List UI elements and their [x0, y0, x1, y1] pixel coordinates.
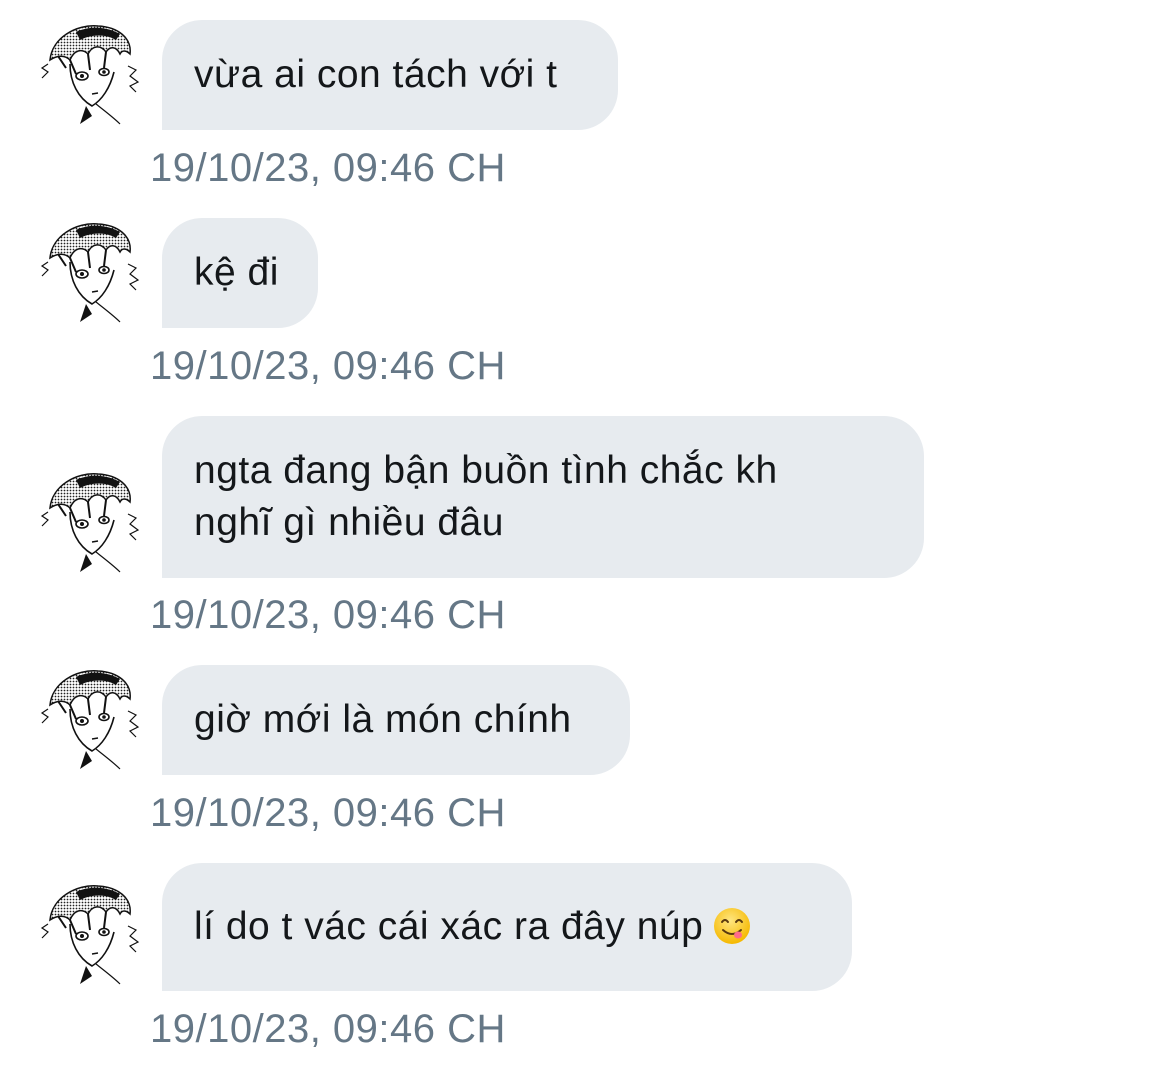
avatar[interactable] — [36, 20, 144, 128]
message-text-line: ngta đang bận buồn tình chắc kh — [194, 449, 778, 492]
message-bubble[interactable]: giờ mới là món chính — [162, 665, 630, 775]
message-bubble[interactable]: kệ đi — [162, 218, 318, 328]
message-text: lí do t vác cái xác ra đây núp — [194, 901, 751, 953]
avatar[interactable] — [36, 880, 144, 988]
avatar[interactable] — [36, 218, 144, 326]
message-text-line: nghĩ gì nhiều đâu — [194, 501, 504, 544]
message-timestamp: 19/10/23, 09:46 CH — [150, 791, 506, 835]
savoring-food-face-emoji-icon — [713, 907, 751, 945]
message-timestamp: 19/10/23, 09:46 CH — [150, 146, 506, 190]
avatar[interactable] — [36, 665, 144, 773]
message-text-content: lí do t vác cái xác ra đây núp — [194, 905, 704, 948]
message-timestamp: 19/10/23, 09:46 CH — [150, 1007, 506, 1051]
message-bubble[interactable]: ngta đang bận buồn tình chắc kh nghĩ gì … — [162, 416, 924, 578]
message-text: kệ đi — [194, 251, 279, 294]
message-timestamp: 19/10/23, 09:46 CH — [150, 344, 506, 388]
message-text: giờ mới là món chính — [194, 698, 572, 741]
message-bubble[interactable]: lí do t vác cái xác ra đây núp — [162, 863, 852, 991]
message-bubble[interactable]: vừa ai con tách với t — [162, 20, 618, 130]
message-timestamp: 19/10/23, 09:46 CH — [150, 593, 506, 637]
avatar[interactable] — [36, 468, 144, 576]
message-text: vừa ai con tách với t — [194, 53, 558, 96]
